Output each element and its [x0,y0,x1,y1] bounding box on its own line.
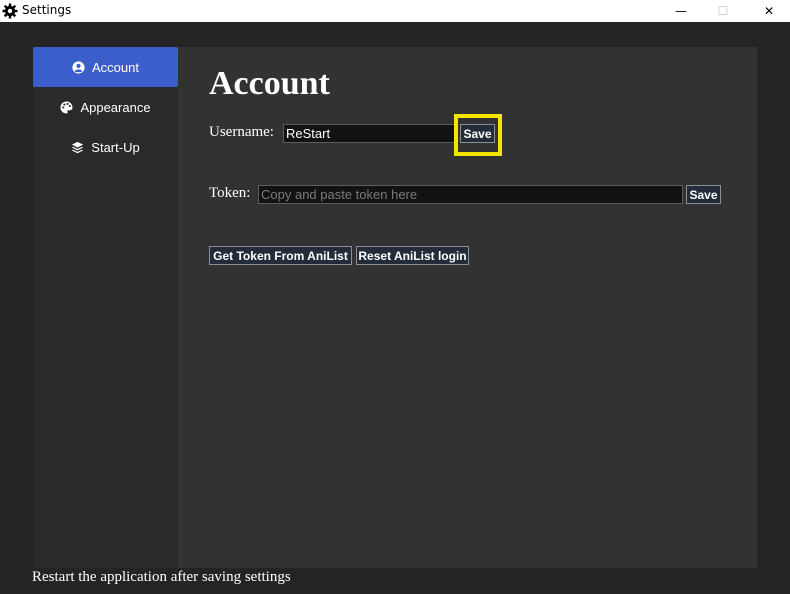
reset-login-button[interactable]: Reset AniList login [356,246,469,265]
close-button[interactable]: ✕ [746,0,790,22]
sidebar-item-appearance[interactable]: Appearance [33,87,178,127]
user-circle-icon [72,60,85,74]
palette-icon [60,100,73,114]
layers-icon [72,141,84,153]
username-input[interactable] [283,124,456,143]
token-label: Token: [209,185,251,201]
window-title: Settings [22,3,72,17]
sidebar-item-start-up[interactable]: Start-Up [33,127,178,167]
username-label: Username: [209,124,274,140]
minimize-button[interactable]: — [658,0,704,22]
username-save-button[interactable]: Save [460,124,495,143]
sidebar-item-account[interactable]: Account [33,47,178,87]
sidebar-item-label: Account [92,59,139,75]
token-save-button[interactable]: Save [686,185,721,204]
sidebar-item-label: Start-Up [91,139,140,155]
page-title: Account [209,65,330,102]
window-titlebar: Settings — ☐ ✕ [0,0,790,22]
account-panel: Account Username: Save Token: Save Get T… [178,47,757,568]
maximize-button[interactable]: ☐ [700,0,746,22]
sidebar-item-label: Appearance [80,99,151,115]
restart-note: Restart the application after saving set… [32,569,291,585]
get-token-button[interactable]: Get Token From AniList [209,246,352,265]
gear-icon [2,3,18,19]
token-input[interactable] [258,185,683,204]
settings-sidebar: Account Appearance Start-Up [33,47,178,568]
